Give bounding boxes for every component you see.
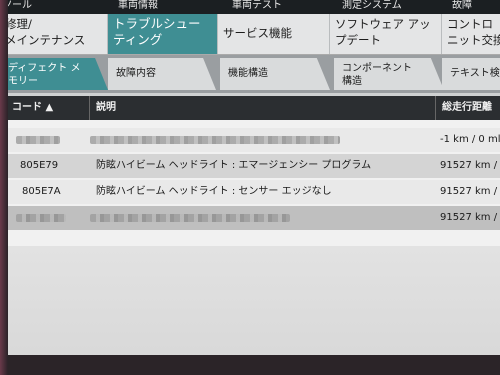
tab-component-structure[interactable]: コンポーネント 構造	[334, 58, 444, 90]
table-row[interactable]: 805E79 防眩ハイビーム ヘッドライト : エマージェンシー プログラム 9…	[6, 154, 500, 178]
nav-troubleshooting[interactable]: トラブルシュー ティング	[108, 14, 218, 54]
nav-repair-maintenance[interactable]: 修理/ メインテナンス	[0, 14, 108, 54]
column-header-code[interactable]: コード ▲	[6, 96, 90, 120]
table-row[interactable]: 91527 km / 5	[6, 206, 500, 230]
row-description: 防眩ハイビーム ヘッドライト : エマージェンシー プログラム	[96, 160, 372, 171]
table-row[interactable]: -1 km / 0 mls	[6, 128, 500, 152]
row-code: 805E79	[20, 160, 59, 171]
table-header: コード ▲ 説明 総走行距離	[6, 96, 500, 120]
fault-memory-table: コード ▲ 説明 総走行距離 -1 km / 0 mls 805E79 防眩ハイ…	[6, 96, 500, 246]
tab-fault-description[interactable]: 故障内容	[108, 58, 216, 90]
top-strip-vehicle-info[interactable]: 車両情報	[118, 0, 158, 12]
redacted-code	[16, 214, 66, 222]
row-description: 防眩ハイビーム ヘッドライト : センサー エッジなし	[96, 186, 332, 197]
table-row[interactable]: 805E7A 防眩ハイビーム ヘッドライト : センサー エッジなし 91527…	[6, 180, 500, 204]
redacted-description	[90, 136, 340, 144]
sub-tab-bar: ディフェクト メ モリー 故障内容 機能構造 コンポーネント 構造 テキスト検	[0, 55, 500, 93]
nav-control-unit-replacement[interactable]: コントロ ニット交換	[442, 14, 500, 54]
diagnostic-screen: ツール 車両情報 車両テスト 測定システム 故障 修理/ メインテナンス トラブ…	[0, 0, 500, 375]
redacted-description	[90, 214, 290, 222]
main-nav: 修理/ メインテナンス トラブルシュー ティング サービス機能 ソフトウェア ア…	[0, 14, 500, 55]
screen-left-bezel	[0, 0, 8, 375]
top-strip-vehicle-test[interactable]: 車両テスト	[232, 0, 282, 12]
redacted-code	[16, 136, 60, 144]
row-mileage: 91527 km / 5	[440, 186, 500, 197]
nav-service-functions[interactable]: サービス機能	[218, 14, 330, 54]
screen-bottom-bezel	[0, 355, 500, 375]
tab-defect-memory[interactable]: ディフェクト メ モリー	[0, 58, 108, 90]
top-strip-fault[interactable]: 故障	[452, 0, 472, 12]
row-mileage: 91527 km / 5	[440, 160, 500, 171]
top-category-strip: ツール 車両情報 車両テスト 測定システム 故障	[0, 0, 500, 14]
column-header-mileage[interactable]: 総走行距離	[436, 96, 500, 120]
top-strip-measurement[interactable]: 測定システム	[342, 0, 402, 12]
row-mileage: 91527 km / 5	[440, 212, 500, 223]
tab-text-search[interactable]: テキスト検	[442, 58, 500, 90]
row-code: 805E7A	[22, 186, 61, 197]
column-header-description[interactable]: 説明	[90, 96, 436, 120]
row-mileage: -1 km / 0 mls	[440, 134, 500, 145]
tab-function-structure[interactable]: 機能構造	[220, 58, 330, 90]
nav-software-update[interactable]: ソフトウェア アッ プデート	[330, 14, 442, 54]
